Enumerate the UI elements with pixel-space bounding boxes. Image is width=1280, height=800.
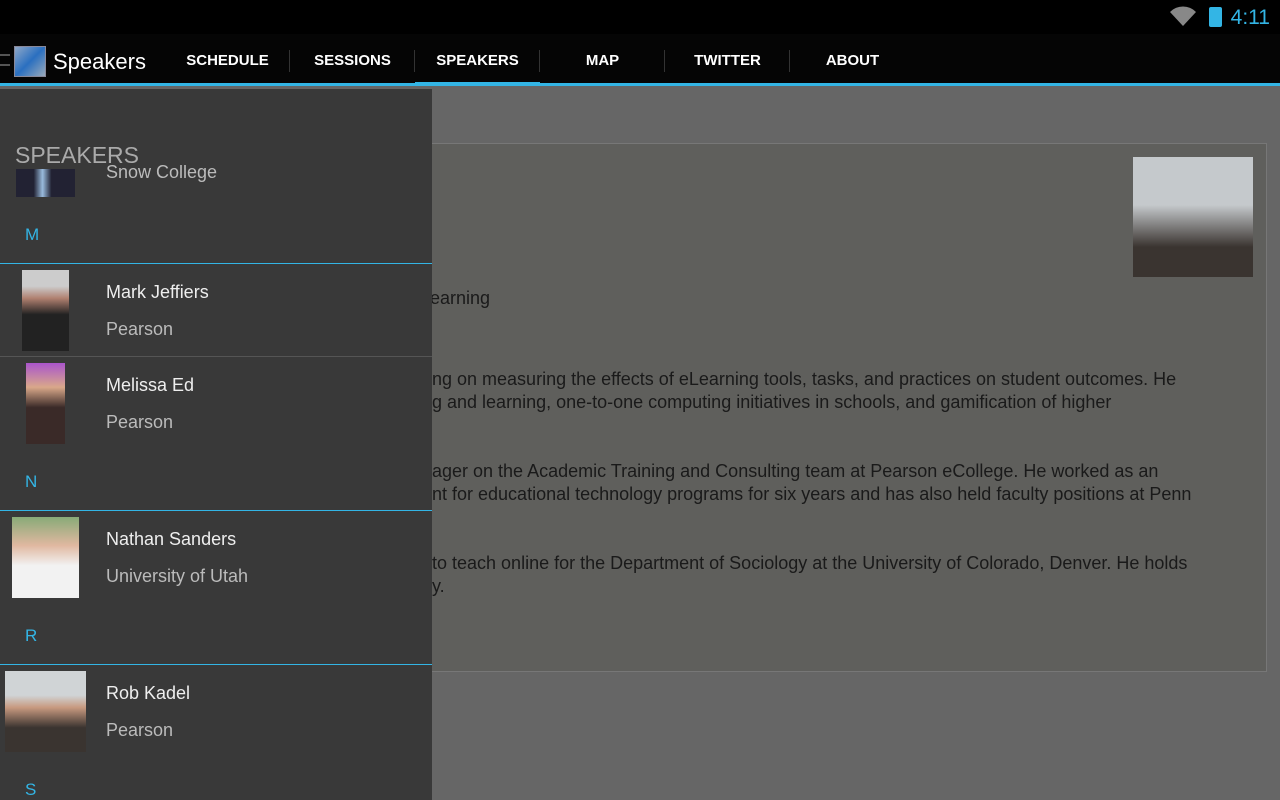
speaker-org: Pearson	[106, 319, 174, 339]
tab-about[interactable]: ABOUT	[790, 34, 915, 86]
bio-text: ager on the Academic Training and Consul…	[432, 461, 1159, 481]
tab-schedule[interactable]: SCHEDULE	[165, 34, 290, 86]
section-letter: R	[25, 626, 38, 645]
speaker-org: Pearson	[106, 412, 174, 432]
status-bar: 4:11	[0, 0, 1280, 34]
avatar	[5, 671, 86, 752]
action-bar: Speakers SCHEDULE SESSIONS SPEAKERS MAP …	[0, 34, 1280, 86]
tab-map[interactable]: MAP	[540, 34, 665, 86]
divider	[0, 664, 432, 665]
speaker-photo	[1133, 157, 1253, 277]
drawer-indicator-icon[interactable]	[0, 54, 10, 66]
wifi-icon	[1170, 6, 1196, 26]
tab-twitter[interactable]: TWITTER	[665, 34, 790, 86]
clock: 4:11	[1230, 6, 1270, 29]
speaker-name: Nathan Sanders	[106, 529, 237, 549]
speaker-org: University of Utah	[106, 566, 249, 586]
divider	[0, 510, 432, 511]
bio-text: nt for educational technology programs f…	[432, 484, 1192, 504]
avatar	[12, 517, 79, 598]
bio-text: y.	[432, 576, 445, 596]
divider	[0, 356, 432, 357]
divider	[0, 263, 432, 264]
bio-text: ng on measuring the effects of eLearning…	[432, 369, 1177, 389]
avatar	[16, 169, 75, 197]
battery-icon	[1209, 7, 1222, 27]
avatar	[26, 363, 65, 444]
speaker-org: Pearson	[106, 720, 174, 740]
tab-sessions[interactable]: SESSIONS	[290, 34, 415, 86]
section-letter: N	[25, 472, 38, 491]
speaker-name: Melissa Ed	[106, 375, 195, 395]
speaker-name: Rob Kadel	[106, 683, 191, 703]
bio-text: g and learning, one-to-one computing ini…	[432, 392, 1112, 412]
speaker-name: Mark Jeffiers	[106, 282, 209, 302]
bio-text: to teach online for the Department of So…	[432, 553, 1188, 573]
bio-text: earning	[430, 288, 491, 308]
section-letter: M	[25, 225, 40, 244]
avatar	[22, 270, 69, 351]
tab-speakers[interactable]: SPEAKERS	[415, 34, 540, 86]
app-title[interactable]: Speakers	[53, 49, 146, 75]
speakers-drawer[interactable]: SPEAKERS Snow College M Mark Jeffiers Pe…	[0, 89, 432, 800]
drawer-header: SPEAKERS	[15, 142, 139, 168]
app-logo[interactable]	[14, 46, 46, 77]
section-letter: S	[25, 780, 37, 799]
